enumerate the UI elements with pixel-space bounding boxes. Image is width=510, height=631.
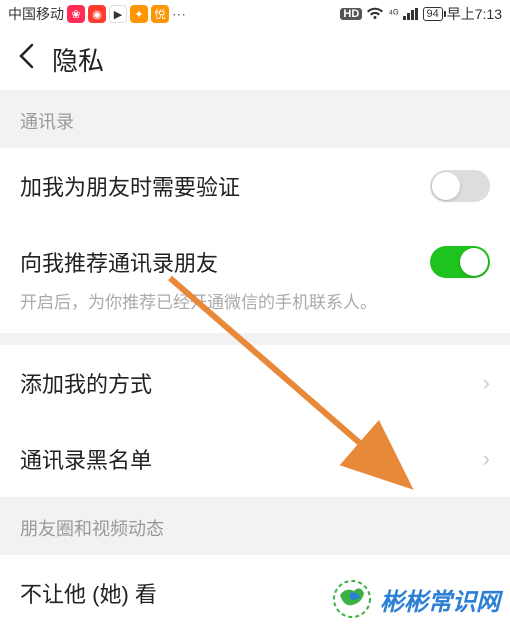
row-label: 不让他 (她) 看 (20, 577, 157, 609)
app-icon-1: ❀ (67, 5, 85, 23)
app-icon-4: ✦ (130, 5, 148, 23)
section-gap (0, 333, 510, 345)
toggle-verify[interactable] (430, 170, 490, 202)
signal-4g: ⁴ᴳ (388, 8, 398, 20)
toggle-recommend[interactable] (430, 246, 490, 278)
chevron-right-icon: › (483, 370, 490, 396)
carrier-label: 中国移动 (8, 4, 64, 24)
row-description: 开启后，为你推荐已经开通微信的手机联系人。 (0, 288, 510, 333)
chevron-left-icon (18, 43, 34, 69)
page-header: 隐私 (0, 28, 510, 90)
row-verify-friend[interactable]: 加我为朋友时需要验证 (0, 148, 510, 224)
app-icon-3: ▶ (109, 5, 127, 23)
section-header-contacts: 通讯录 (0, 90, 510, 148)
more-dots: ⋯ (172, 6, 187, 23)
row-label: 向我推荐通讯录朋友 (20, 246, 218, 278)
row-add-method[interactable]: 添加我的方式 › (0, 345, 510, 421)
page-title: 隐私 (52, 41, 104, 78)
battery-badge: 94 (423, 7, 443, 21)
app-icon-2: ◉ (88, 5, 106, 23)
app-icon-5: 悦 (151, 5, 169, 23)
row-label: 通讯录黑名单 (20, 443, 152, 475)
row-label: 添加我的方式 (20, 367, 152, 399)
status-right: HD ⁴ᴳ 94 早上7:13 (340, 4, 502, 24)
hd-badge: HD (340, 8, 362, 20)
section-header-moments: 朋友圈和视频动态 (0, 497, 510, 555)
row-recommend-contacts[interactable]: 向我推荐通讯录朋友 (0, 224, 510, 288)
watermark: 彬彬常识网 (330, 577, 500, 621)
wifi-icon (366, 7, 384, 21)
status-left: 中国移动 ❀ ◉ ▶ ✦ 悦 ⋯ (8, 4, 187, 24)
row-contacts-blacklist[interactable]: 通讯录黑名单 › (0, 421, 510, 497)
chevron-right-icon: › (483, 446, 490, 472)
time-label: 早上7:13 (447, 4, 502, 24)
back-button[interactable] (18, 43, 34, 76)
row-label: 加我为朋友时需要验证 (20, 170, 240, 202)
watermark-globe-icon (330, 577, 374, 621)
signal-icon (403, 8, 419, 20)
watermark-text: 彬彬常识网 (380, 582, 500, 617)
status-bar: 中国移动 ❀ ◉ ▶ ✦ 悦 ⋯ HD ⁴ᴳ 94 早上7:13 (0, 0, 510, 28)
